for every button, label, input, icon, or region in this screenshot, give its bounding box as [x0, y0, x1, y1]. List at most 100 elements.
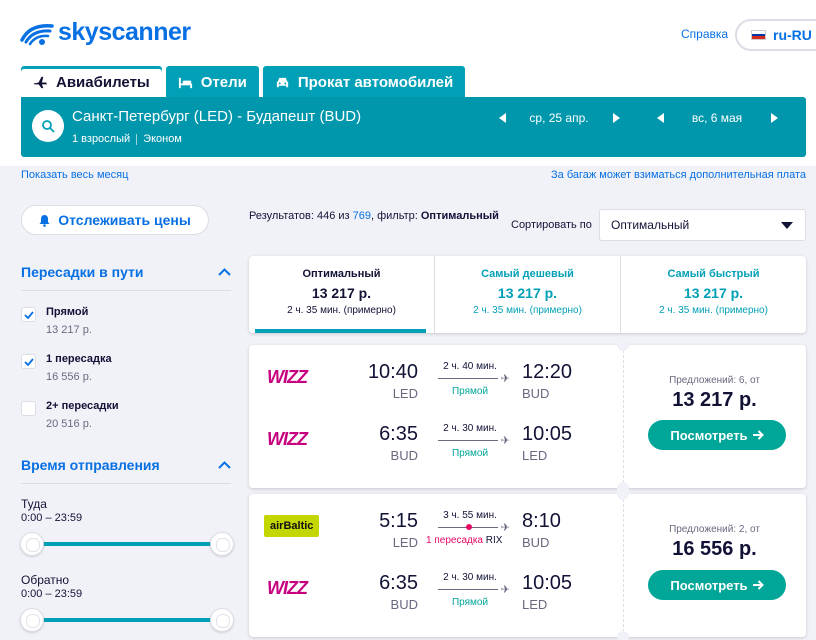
- logo-text: skyscanner: [58, 18, 191, 46]
- airline-logo: WIZZ: [267, 365, 327, 389]
- flight-line: ✈: [430, 584, 510, 596]
- return-date-label[interactable]: вс, 6 мая: [667, 111, 767, 125]
- baggage-fee-link[interactable]: За багаж может взиматься дополнительная …: [551, 169, 806, 181]
- tab-hotels[interactable]: Отели: [165, 66, 259, 98]
- return-slider-max-handle[interactable]: [210, 608, 234, 632]
- triangle-left-icon: [656, 113, 664, 123]
- route-title[interactable]: Санкт-Петербург (LED) - Будапешт (BUD): [72, 108, 361, 125]
- departure: 5:15 LED: [379, 510, 418, 550]
- sort-tab-price: 13 217 р.: [497, 285, 558, 301]
- arrival: 12:20 BUD: [522, 361, 572, 401]
- outbound-range: 0:00 – 23:59: [21, 512, 83, 524]
- departure: 6:35 BUD: [379, 572, 418, 612]
- sort-select[interactable]: Оптимальный: [599, 209, 806, 241]
- search-summary[interactable]: Санкт-Петербург (LED) - Будапешт (BUD) 1…: [21, 97, 806, 157]
- outbound-slider-min-handle[interactable]: [20, 532, 44, 556]
- direct-checkbox[interactable]: [21, 307, 36, 322]
- stop-option-one-stop[interactable]: 1 пересадка 16 556 р.: [21, 353, 112, 383]
- outbound-label: Туда: [21, 497, 47, 511]
- locale-button[interactable]: ru-RU: [735, 19, 816, 51]
- view-deal-button[interactable]: Посмотреть: [648, 570, 786, 600]
- chevron-up-icon: [218, 268, 231, 276]
- stops-label: Прямой: [451, 448, 489, 459]
- russia-flag-icon: [751, 30, 766, 40]
- depart-next-date-button[interactable]: [609, 111, 623, 125]
- stops-filter-title: Пересадки в пути: [21, 264, 144, 280]
- sort-tab-duration: 2 ч. 35 мин. (примерно): [659, 305, 768, 316]
- offer-summary: Предложений: 6, от 13 217 р.: [623, 375, 806, 412]
- return-date-picker: вс, 6 мая: [653, 111, 781, 125]
- airline-logo: WIZZ: [267, 427, 327, 451]
- stops-label: Прямой: [451, 597, 489, 608]
- stops-filter-header[interactable]: Пересадки в пути: [21, 264, 231, 291]
- depart-prev-date-button[interactable]: [495, 111, 509, 125]
- return-next-date-button[interactable]: [767, 111, 781, 125]
- departure: 10:40 LED: [368, 361, 418, 401]
- outbound-slider-max-handle[interactable]: [210, 532, 234, 556]
- sort-tab-title: Самый быстрый: [667, 268, 760, 280]
- filter-prefix: , фильтр:: [371, 210, 421, 222]
- return-slider-min-handle[interactable]: [20, 608, 44, 632]
- flight-line: ✈: [430, 435, 510, 447]
- bell-icon: [39, 214, 50, 227]
- checkmark-icon: [23, 310, 34, 319]
- result-card[interactable]: WIZZ 10:40 LED 2 ч. 40 мин. ✈ Прямой 12:…: [249, 339, 806, 494]
- arrival-time: 10:05: [522, 572, 573, 594]
- search-button[interactable]: [32, 110, 64, 142]
- flight-info: 2 ч. 40 мин. ✈ Прямой: [430, 361, 510, 397]
- departure-airport: BUD: [390, 597, 418, 612]
- airline-logo: WIZZ: [267, 576, 327, 600]
- stops-label: Прямой: [451, 386, 489, 397]
- departure-time-filter-header[interactable]: Время отправления: [21, 457, 231, 484]
- offer-count: Предложений: 2, от: [669, 524, 760, 535]
- flight-duration: 2 ч. 30 мин.: [443, 572, 497, 583]
- stop-option-two-plus[interactable]: 2+ пересадки 20 516 р.: [21, 400, 119, 430]
- sort-tab-title: Самый дешевый: [481, 268, 574, 280]
- one-stop-checkbox[interactable]: [21, 354, 36, 369]
- outbound-slider-track[interactable]: [32, 542, 222, 546]
- departure-airport: LED: [392, 535, 418, 550]
- offer-price: 16 556 р.: [672, 538, 757, 560]
- flight-info: 2 ч. 30 мин. ✈ Прямой: [430, 572, 510, 608]
- triangle-left-icon: [498, 113, 506, 123]
- tab-hotels-label: Отели: [200, 73, 247, 91]
- two-plus-checkbox[interactable]: [21, 401, 36, 416]
- divider: [623, 345, 624, 488]
- tab-car-hire[interactable]: Прокат автомобилей: [262, 66, 466, 98]
- stop-airport: RIX: [485, 535, 503, 546]
- sort-tabs: Оптимальный 13 217 р. 2 ч. 35 мин. (прим…: [249, 256, 806, 333]
- sort-tab-cheapest[interactable]: Самый дешевый 13 217 р. 2 ч. 35 мин. (пр…: [434, 256, 620, 333]
- passengers-label: 1 взрослый: [72, 133, 131, 145]
- ticket-notch: [617, 631, 629, 640]
- flight-line: ✈: [430, 373, 510, 385]
- track-prices-button[interactable]: Отслеживать цены: [21, 205, 209, 235]
- sort-tab-best[interactable]: Оптимальный 13 217 р. 2 ч. 35 мин. (прим…: [249, 256, 434, 333]
- flight-duration: 2 ч. 30 мин.: [443, 423, 497, 434]
- arrow-right-icon: [752, 430, 764, 440]
- flight-info: 2 ч. 30 мин. ✈ Прямой: [430, 423, 510, 459]
- depart-date-label[interactable]: ср, 25 апр.: [509, 111, 609, 125]
- plane-icon: ✈: [500, 522, 510, 534]
- flight-duration: 2 ч. 40 мин.: [443, 361, 497, 372]
- sort-tab-fastest[interactable]: Самый быстрый 13 217 р. 2 ч. 35 мин. (пр…: [620, 256, 806, 333]
- stop-option-direct[interactable]: Прямой 13 217 р.: [21, 306, 92, 336]
- plane-icon: ✈: [500, 435, 510, 447]
- return-slider-track[interactable]: [32, 618, 222, 622]
- help-link[interactable]: Справка: [681, 27, 728, 41]
- skyscanner-logo[interactable]: skyscanner: [20, 18, 191, 47]
- airline-name: airBaltic: [264, 515, 320, 537]
- divider: [136, 133, 138, 145]
- return-prev-date-button[interactable]: [653, 111, 667, 125]
- arrival: 10:05 LED: [522, 423, 572, 463]
- results-total-link[interactable]: 769: [353, 210, 371, 222]
- tab-flights[interactable]: Авиабилеты: [21, 66, 162, 98]
- arrival: 10:05 LED: [522, 572, 572, 612]
- divider: [623, 494, 624, 637]
- outbound-leg: WIZZ 10:40 LED 2 ч. 40 мин. ✈ Прямой 12:…: [249, 345, 623, 405]
- plane-icon: ✈: [500, 373, 510, 385]
- view-deal-button[interactable]: Посмотреть: [648, 420, 786, 450]
- flight-info: 3 ч. 55 мин. ✈ 1 пересадка RIX: [426, 510, 510, 546]
- two-plus-label: 2+ пересадки: [46, 400, 119, 412]
- result-card[interactable]: airBaltic 5:15 LED 3 ч. 55 мин. ✈ 1 пере…: [249, 488, 806, 640]
- show-month-link[interactable]: Показать весь месяц: [21, 169, 128, 181]
